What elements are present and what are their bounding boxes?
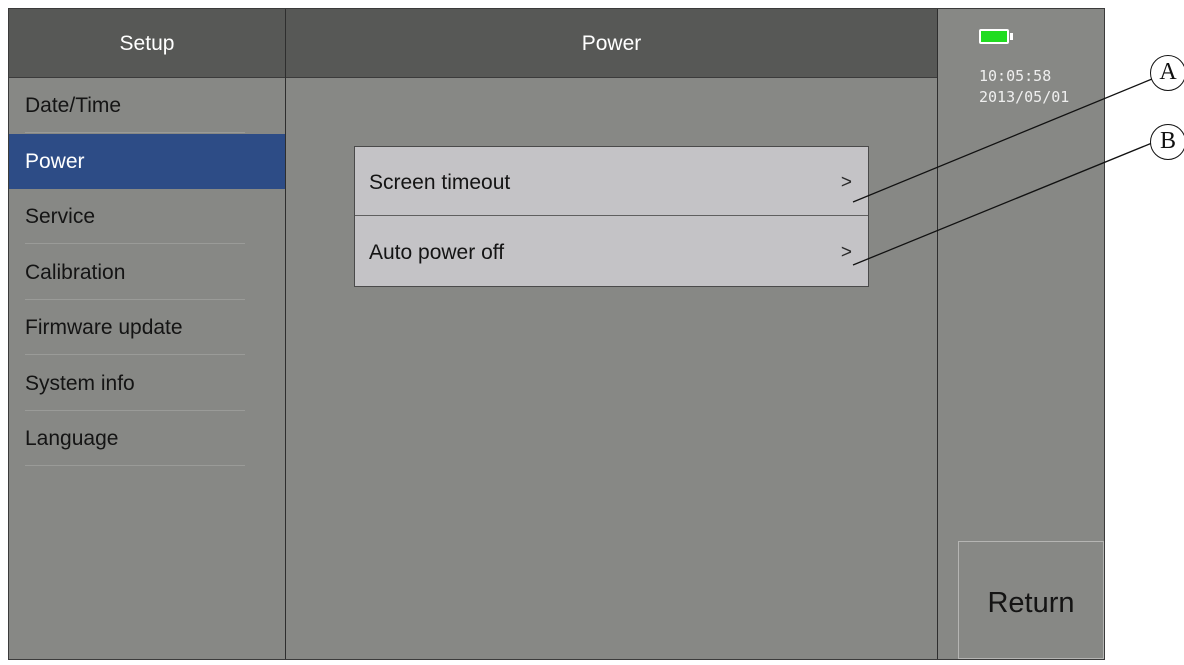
sidebar-item-label: Firmware update	[25, 316, 183, 339]
callout-a: A	[1150, 55, 1184, 91]
sidebar-item-system-info[interactable]: System info	[9, 356, 285, 411]
setup-sidebar: Setup Date/Time Power Service Calibratio…	[9, 9, 286, 659]
sidebar-item-label: Power	[25, 150, 85, 173]
divider	[25, 243, 245, 244]
menu-item-auto-power-off[interactable]: Auto power off >	[355, 217, 868, 286]
sidebar-item-language[interactable]: Language	[9, 411, 285, 466]
divider	[25, 465, 245, 466]
sidebar-item-service[interactable]: Service	[9, 189, 285, 244]
callout-b: B	[1150, 124, 1184, 160]
power-panel: Power Screen timeout > Auto power off >	[286, 9, 938, 659]
menu-item-label: Screen timeout	[369, 171, 511, 194]
sidebar-item-calibration[interactable]: Calibration	[9, 245, 285, 300]
status-column: 10:05:58 2013/05/01 Return	[938, 9, 1104, 659]
menu-item-label: Auto power off	[369, 241, 505, 264]
sidebar-item-label: Language	[25, 427, 119, 450]
sidebar-title: Setup	[9, 9, 285, 78]
menu-item-screen-timeout[interactable]: Screen timeout >	[355, 147, 868, 216]
battery-tip	[1010, 33, 1013, 40]
power-menu: Screen timeout > Auto power off >	[354, 146, 869, 287]
sidebar-item-date-time[interactable]: Date/Time	[9, 78, 285, 133]
status-time: 10:05:58	[979, 67, 1052, 85]
sidebar-item-label: Date/Time	[25, 94, 122, 117]
sidebar-item-label: System info	[25, 372, 135, 395]
return-button[interactable]: Return	[958, 541, 1104, 659]
chevron-right-icon: >	[840, 242, 852, 263]
divider	[25, 132, 245, 133]
sidebar-item-power[interactable]: Power	[9, 134, 285, 189]
page-title: Power	[286, 9, 937, 78]
sidebar-item-firmware-update[interactable]: Firmware update	[9, 300, 285, 355]
sidebar-item-label: Service	[25, 205, 96, 228]
status-date: 2013/05/01	[979, 88, 1070, 106]
sidebar-item-label: Calibration	[25, 261, 126, 284]
divider	[25, 354, 245, 355]
chevron-right-icon: >	[840, 172, 852, 193]
battery-full-icon	[979, 29, 1009, 44]
device-screen: Setup Date/Time Power Service Calibratio…	[8, 8, 1105, 660]
